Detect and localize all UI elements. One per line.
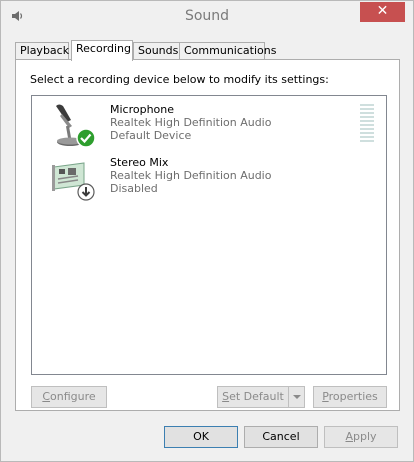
- green-check-icon: [76, 128, 96, 148]
- level-bar: [360, 108, 374, 110]
- device-info: Microphone Realtek High Definition Audio…: [110, 103, 271, 142]
- button-label: roperties: [328, 390, 378, 403]
- close-button[interactable]: ✕: [360, 2, 405, 22]
- device-status: Default Device: [110, 129, 192, 142]
- device-info: Stereo Mix Realtek High Definition Audio…: [110, 156, 271, 195]
- device-name: Stereo Mix: [110, 156, 169, 169]
- ok-button[interactable]: OK: [164, 426, 238, 448]
- device-name: Microphone: [110, 103, 175, 116]
- device-item-stereo-mix[interactable]: Stereo Mix Realtek High Definition Audio…: [34, 151, 384, 203]
- title-bar[interactable]: Sound ✕: [1, 1, 413, 31]
- level-meter: [360, 104, 374, 148]
- tab-playback[interactable]: Playback: [15, 42, 69, 60]
- access-key: A: [345, 430, 353, 443]
- disabled-down-arrow-icon: [77, 183, 95, 201]
- device-list[interactable]: Microphone Realtek High Definition Audio…: [31, 95, 387, 375]
- sound-dialog: Sound ✕ Playback Recording Sounds Commun…: [0, 0, 414, 462]
- button-label: onfigure: [50, 390, 96, 403]
- button-label: pply: [353, 430, 377, 443]
- device-item-microphone[interactable]: Microphone Realtek High Definition Audio…: [34, 98, 384, 150]
- cancel-button[interactable]: Cancel: [244, 426, 318, 448]
- level-bar: [360, 136, 374, 138]
- set-default-button[interactable]: Set Default: [217, 386, 305, 408]
- chevron-down-icon[interactable]: [288, 387, 304, 407]
- properties-button[interactable]: Properties: [313, 386, 387, 408]
- level-bar: [360, 140, 374, 142]
- access-key: C: [42, 390, 51, 403]
- level-bar: [360, 128, 374, 130]
- close-icon: ✕: [376, 3, 389, 19]
- level-bar: [360, 120, 374, 122]
- configure-button[interactable]: Configure: [31, 386, 107, 408]
- button-label: et Default: [229, 390, 284, 403]
- apply-button[interactable]: Apply: [324, 426, 398, 448]
- device-driver: Realtek High Definition Audio: [110, 116, 272, 129]
- recording-panel: Select a recording device below to modif…: [15, 59, 400, 411]
- device-driver: Realtek High Definition Audio: [110, 169, 272, 182]
- device-status: Disabled: [110, 182, 158, 195]
- tab-communications[interactable]: Communications: [179, 42, 276, 60]
- level-bar: [360, 112, 374, 114]
- level-bar: [360, 116, 374, 118]
- tab-recording[interactable]: Recording: [71, 40, 133, 61]
- microphone-icon: [56, 104, 96, 148]
- level-bar: [360, 124, 374, 126]
- window-title: Sound: [184, 8, 230, 24]
- sound-card-icon: [52, 162, 95, 201]
- level-bar: [360, 132, 374, 134]
- instructions-text: Select a recording device below to modif…: [30, 73, 329, 86]
- tab-sounds[interactable]: Sounds: [133, 42, 180, 60]
- level-bar: [360, 104, 374, 106]
